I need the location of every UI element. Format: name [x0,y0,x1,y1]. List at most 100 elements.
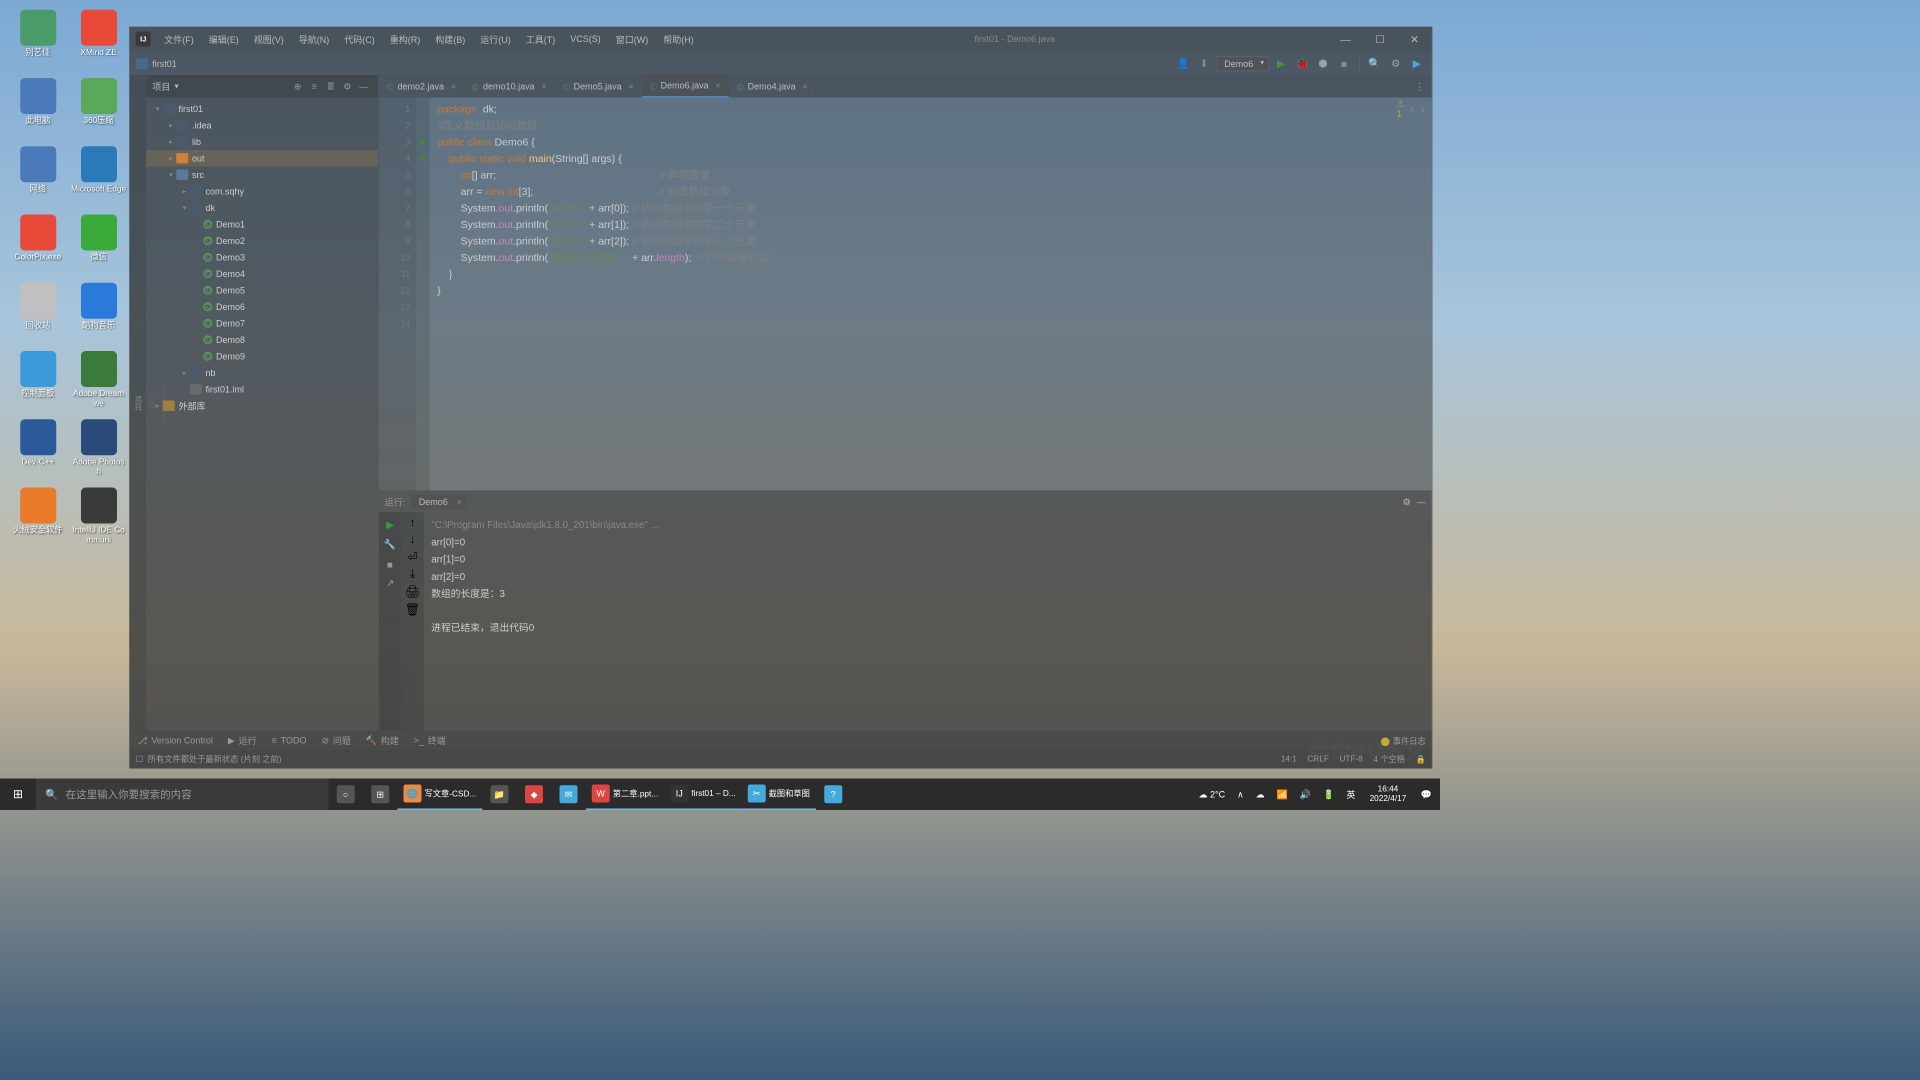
wrap-icon[interactable]: ⏎ [407,550,417,565]
menu-item[interactable]: VCS(S) [563,27,609,51]
desktop-icon[interactable]: 360压缩 [71,78,127,142]
exit-icon[interactable]: ↗ [382,575,399,592]
warnings-badge[interactable]: ⚠ 1 [1397,98,1405,119]
desktop-icon[interactable]: 网络 [10,146,66,210]
desktop-icon[interactable]: 火绒安全软件 [10,488,66,552]
menu-item[interactable]: 工具(T) [518,27,562,51]
menu-item[interactable]: 编辑(E) [201,27,246,51]
line-ending[interactable]: CRLF [1307,755,1329,764]
panel-settings-icon[interactable]: ⚙ [339,78,356,95]
play-store-icon[interactable]: ▶ [1408,54,1426,72]
start-button[interactable]: ⊞ [0,779,36,811]
notifications-icon[interactable]: 💬 [1417,789,1436,800]
run-config-dropdown[interactable]: Demo6 [1216,56,1269,71]
desktop-icon[interactable]: Adobe Dreamwe [71,351,127,415]
taskbar-item[interactable]: ◆ [517,779,552,811]
tree-node[interactable]: Demo2 [146,233,378,250]
taskbar-item[interactable]: ? [816,779,851,811]
tool-window-tab[interactable]: 🔨构建 [358,731,406,751]
menu-item[interactable]: 视图(V) [246,27,291,51]
menu-item[interactable]: 构建(B) [428,27,473,51]
breadcrumb[interactable]: first01 [152,58,177,69]
minimize-button[interactable]: — [1328,27,1363,51]
desktop-icon[interactable]: ColorPix.exe [10,215,66,279]
lock-icon[interactable]: 🔒 [1415,754,1425,764]
battery-icon[interactable]: 🔋 [1319,789,1338,800]
console-output[interactable]: "C:\Program Files\Java\jdk1.8.0_201\bin\… [424,512,1432,730]
desktop-icon[interactable]: 此电脑 [10,78,66,142]
desktop-icon[interactable]: Microsoft Edge [71,146,127,210]
run-line-icon[interactable]: ▶ [416,134,430,151]
menu-item[interactable]: 运行(U) [473,27,519,51]
print-icon[interactable]: 🖨 [405,584,420,599]
settings-icon[interactable]: ⚙ [1387,54,1405,72]
menu-item[interactable]: 重构(R) [382,27,428,51]
desktop-icon[interactable]: 回收站 [10,283,66,347]
editor-tab[interactable]: Ⓒdemo2.java× [379,75,465,98]
expand-all-icon[interactable]: ≡ [306,78,323,95]
add-config-icon[interactable]: 👤 [1174,54,1192,72]
menu-item[interactable]: 文件(F) [157,27,201,51]
editor-tab[interactable]: ⒸDemo4.java× [729,75,816,98]
coverage-button[interactable]: ⬢ [1314,54,1332,72]
tree-node[interactable]: Demo8 [146,332,378,349]
desktop-icon[interactable]: Adobe Photosh [71,419,127,483]
taskbar-item[interactable]: W第二章.ppt... [586,779,664,811]
down-trace-icon[interactable]: ↓ [410,533,416,547]
run-tab[interactable]: Demo6 × [411,494,466,509]
run-line-icon[interactable]: ▶ [416,150,430,167]
tray-chevron-icon[interactable]: ∧ [1233,789,1247,800]
desktop-icon[interactable]: Dev-C++ [10,419,66,483]
search-input[interactable]: 🔍 在这里输入你要搜索的内容 [36,779,329,811]
panel-hide-icon[interactable]: — [356,78,373,95]
tree-node[interactable]: ▸out [146,150,378,167]
desktop-icon[interactable]: XMind ZE [71,10,127,74]
editor-tab[interactable]: Ⓒdemo10.java× [464,75,555,98]
desktop-icon[interactable]: 别艺佳 [10,10,66,74]
menu-item[interactable]: 窗口(W) [608,27,655,51]
tree-node[interactable]: Demo3 [146,249,378,266]
editor-tab[interactable]: ⒸDemo6.java× [642,75,729,98]
run-panel-hide-icon[interactable]: — [1417,497,1426,508]
weather-widget[interactable]: ☁ 2°C [1195,789,1229,800]
build-icon[interactable]: ⬇ [1195,54,1213,72]
volume-icon[interactable]: 🔊 [1296,789,1315,800]
tool-window-tab[interactable]: ▶运行 [220,731,264,751]
tree-node[interactable]: ▾src [146,167,378,184]
tool-window-tab[interactable]: >_终端 [406,731,453,751]
desktop-icon[interactable]: 控制面板 [10,351,66,415]
tree-node[interactable]: ▸lib [146,134,378,151]
stop-run-icon[interactable]: ■ [382,556,399,573]
tree-node[interactable]: ▾first01 [146,101,378,118]
project-tool-button[interactable]: 项目 [130,389,144,416]
tree-node[interactable]: first01.iml [146,381,378,398]
up-icon[interactable]: ∧ [1409,104,1415,114]
taskbar-item[interactable]: ✉ [551,779,586,811]
onedrive-icon[interactable]: ☁ [1252,789,1269,800]
search-icon[interactable]: 🔍 [1366,54,1384,72]
caret-position[interactable]: 14:1 [1281,755,1297,764]
taskbar-item[interactable]: ✂截图和草图 [742,779,816,811]
tree-node[interactable]: ▸nb [146,365,378,382]
taskbar-item[interactable]: ⊞ [363,779,398,811]
debug-button[interactable]: 🐞 [1293,54,1311,72]
tree-node[interactable]: Demo5 [146,282,378,299]
clock[interactable]: 16:44 2022/4/17 [1364,784,1413,804]
down-icon[interactable]: ∨ [1420,104,1426,114]
desktop-icon[interactable]: IntelliJ IDE Communi [71,488,127,552]
scroll-icon[interactable]: ⤓ [410,568,415,582]
indent[interactable]: 4 个空格 [1373,753,1405,765]
run-panel-settings-icon[interactable]: ⚙ [1403,497,1411,508]
taskbar-item[interactable]: 📁 [482,779,517,811]
tree-node[interactable]: Demo7 [146,315,378,332]
tabs-more-icon[interactable]: ⋮ [1408,75,1432,98]
menu-item[interactable]: 代码(C) [337,27,383,51]
tree-node[interactable]: ▸外部库 [146,398,378,415]
collapse-all-icon[interactable]: ≣ [323,78,340,95]
ime-icon[interactable]: 英 [1343,788,1360,801]
rerun-icon[interactable]: ▶ [382,517,399,534]
network-icon[interactable]: 📶 [1273,789,1292,800]
up-trace-icon[interactable]: ↑ [410,517,416,531]
close-button[interactable]: ✕ [1397,27,1432,51]
editor-tab[interactable]: ⒸDemo5.java× [555,75,642,98]
